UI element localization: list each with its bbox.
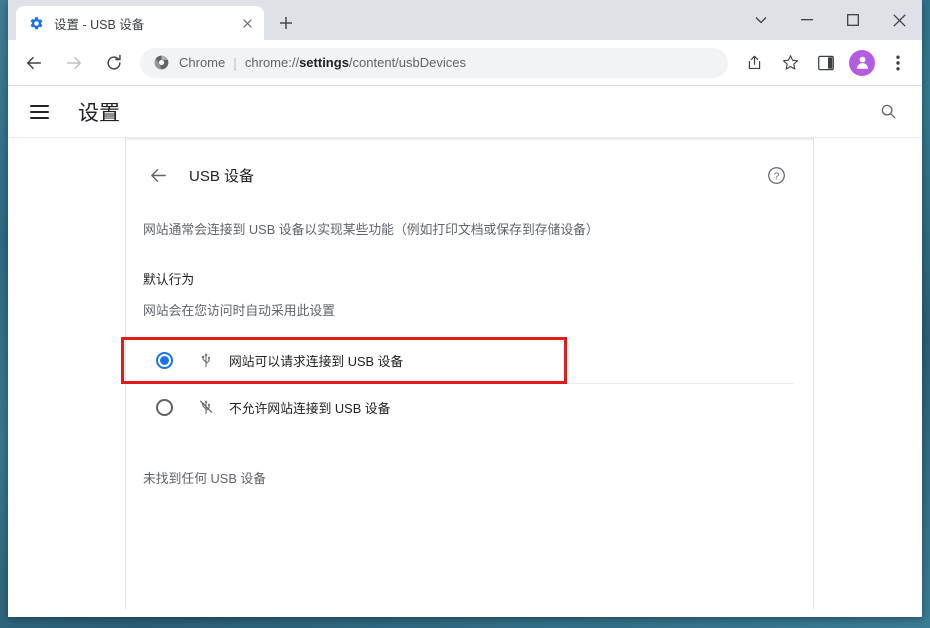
omnibox-url-text: chrome://settings/content/usbDevices bbox=[245, 55, 466, 70]
minimize-icon[interactable] bbox=[784, 0, 830, 40]
search-icon[interactable] bbox=[872, 96, 904, 128]
reload-button[interactable] bbox=[98, 47, 130, 79]
radio-option-block-label: 不允许网站连接到 USB 设备 bbox=[229, 400, 391, 416]
side-panel-icon[interactable] bbox=[811, 48, 841, 78]
empty-state-text: 未找到任何 USB 设备 bbox=[143, 471, 267, 487]
page-title: USB 设备 bbox=[189, 167, 255, 185]
tab-search-chevron-down-icon[interactable] bbox=[738, 0, 784, 40]
radio-button-unselected[interactable] bbox=[156, 398, 173, 416]
usb-icon bbox=[197, 351, 215, 369]
settings-top-bar: 设置 bbox=[8, 86, 922, 138]
browser-tab[interactable]: 设置 - USB 设备 bbox=[16, 6, 264, 40]
default-behavior-label: 默认行为 bbox=[143, 272, 195, 288]
page-description: 网站通常会连接到 USB 设备以实现某些功能（例如打印文档或保存到存储设备） bbox=[143, 222, 599, 237]
maximize-icon[interactable] bbox=[830, 0, 876, 40]
settings-content: USB 设备 ? 网站通常会连接到 USB 设备以实现某些功能（例如打印文档或保… bbox=[121, 138, 814, 609]
profile-avatar[interactable] bbox=[849, 49, 875, 76]
browser-toolbar: Chrome | chrome://settings/content/usbDe… bbox=[8, 40, 922, 86]
star-icon[interactable] bbox=[775, 48, 805, 78]
tab-strip: 设置 - USB 设备 bbox=[8, 0, 922, 40]
page-back-button[interactable] bbox=[143, 160, 173, 190]
window-controls bbox=[738, 0, 922, 40]
url-suffix: /content/usbDevices bbox=[348, 55, 466, 70]
share-icon[interactable] bbox=[739, 48, 769, 78]
default-behavior-subtext: 网站会在您访问时自动采用此设置 bbox=[143, 303, 335, 319]
usb-off-icon bbox=[197, 398, 215, 416]
radio-button-selected[interactable] bbox=[156, 351, 173, 369]
forward-button[interactable] bbox=[58, 47, 90, 79]
toolbar-actions bbox=[736, 48, 916, 78]
settings-body: USB 设备 ? 网站通常会连接到 USB 设备以实现某些功能（例如打印文档或保… bbox=[8, 138, 922, 609]
hamburger-menu-icon[interactable] bbox=[30, 99, 56, 125]
content-top-shadow bbox=[126, 138, 813, 141]
help-icon[interactable]: ? bbox=[763, 162, 789, 188]
omnibox-separator: | bbox=[233, 54, 237, 71]
radio-option-ask-label: 网站可以请求连接到 USB 设备 bbox=[229, 353, 404, 369]
page-header: USB 设备 ? bbox=[126, 138, 813, 190]
url-bold: settings bbox=[299, 55, 349, 70]
settings-title: 设置 bbox=[78, 100, 120, 125]
browser-window: 设置 - USB 设备 Chrome | chrome://settings/c… bbox=[8, 0, 922, 617]
back-button[interactable] bbox=[18, 47, 50, 79]
tab-title: 设置 - USB 设备 bbox=[54, 17, 145, 32]
new-tab-button[interactable] bbox=[272, 9, 300, 37]
address-bar[interactable]: Chrome | chrome://settings/content/usbDe… bbox=[140, 47, 728, 78]
radio-option-block[interactable]: 不允许网站连接到 USB 设备 bbox=[126, 384, 813, 430]
svg-text:?: ? bbox=[773, 171, 779, 182]
radio-option-ask[interactable]: 网站可以请求连接到 USB 设备 bbox=[126, 337, 813, 383]
url-prefix: chrome:// bbox=[244, 55, 300, 70]
settings-sidebar bbox=[8, 138, 126, 609]
settings-right-pad bbox=[814, 138, 922, 609]
browser-menu-icon[interactable] bbox=[883, 48, 913, 78]
radio-option-ask-wrapper: 网站可以请求连接到 USB 设备 bbox=[121, 337, 813, 385]
close-icon[interactable] bbox=[238, 14, 256, 32]
default-behavior-radio-group: 网站可以请求连接到 USB 设备 不允许网站连接到 USB 设备 bbox=[121, 337, 813, 430]
close-window-icon[interactable] bbox=[876, 0, 922, 40]
chrome-logo-icon bbox=[152, 54, 170, 72]
omnibox-scheme-text: Chrome bbox=[179, 55, 226, 70]
settings-gear-icon bbox=[28, 15, 44, 31]
